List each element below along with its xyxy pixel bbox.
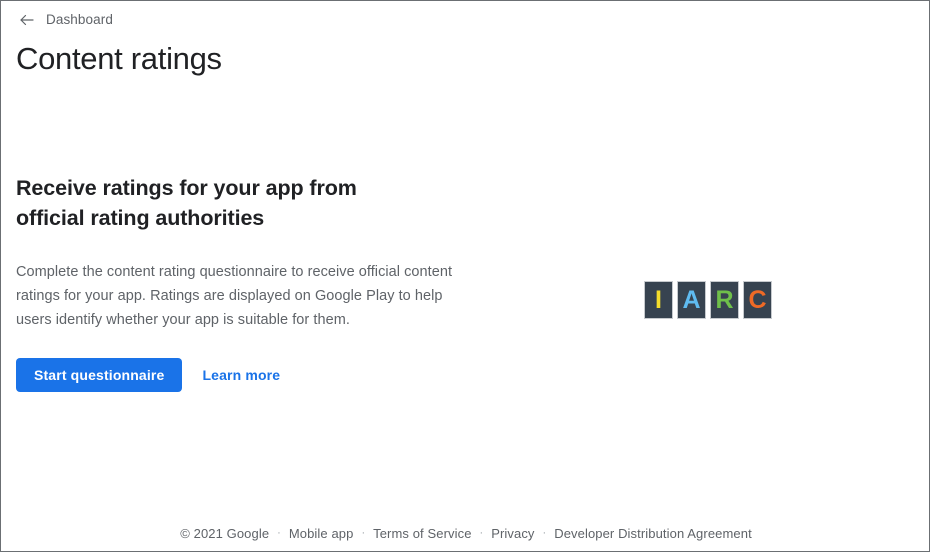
footer: © 2021 Google · Mobile app · Terms of Se… xyxy=(1,526,929,541)
footer-link-privacy[interactable]: Privacy xyxy=(483,526,542,541)
footer-link-mobile-app[interactable]: Mobile app xyxy=(281,526,362,541)
promo-text-column: Receive ratings for your app from offici… xyxy=(16,173,476,392)
promo-heading: Receive ratings for your app from offici… xyxy=(16,176,357,230)
page-title: Content ratings xyxy=(16,41,222,76)
footer-copyright: © 2021 Google xyxy=(180,526,270,541)
arrow-left-icon[interactable] xyxy=(18,11,36,29)
iarc-logo: I A R C xyxy=(644,281,772,319)
footer-link-developer-distribution-agreement[interactable]: Developer Distribution Agreement xyxy=(546,526,760,541)
iarc-letter-i: I xyxy=(655,285,662,314)
iarc-letter-a: A xyxy=(682,285,701,314)
iarc-letter-tile: A xyxy=(677,281,706,319)
main-content: Receive ratings for your app from offici… xyxy=(1,161,929,441)
iarc-letter-r: R xyxy=(715,285,734,314)
learn-more-link[interactable]: Learn more xyxy=(198,358,284,392)
iarc-logo-container: I A R C xyxy=(644,281,772,319)
breadcrumb-label[interactable]: Dashboard xyxy=(46,11,113,29)
iarc-letter-tile: R xyxy=(710,281,739,319)
footer-link-terms-of-service[interactable]: Terms of Service xyxy=(365,526,479,541)
app-window: Dashboard Content ratings Receive rating… xyxy=(0,0,930,552)
promo-description: Complete the content rating questionnair… xyxy=(16,264,453,328)
iarc-letter-tile: I xyxy=(644,281,673,319)
iarc-letter-tile: C xyxy=(743,281,772,319)
breadcrumb[interactable]: Dashboard xyxy=(18,10,113,30)
action-row: Start questionnaire Learn more xyxy=(16,358,476,392)
iarc-letter-c: C xyxy=(748,285,767,314)
start-questionnaire-button[interactable]: Start questionnaire xyxy=(16,358,183,392)
